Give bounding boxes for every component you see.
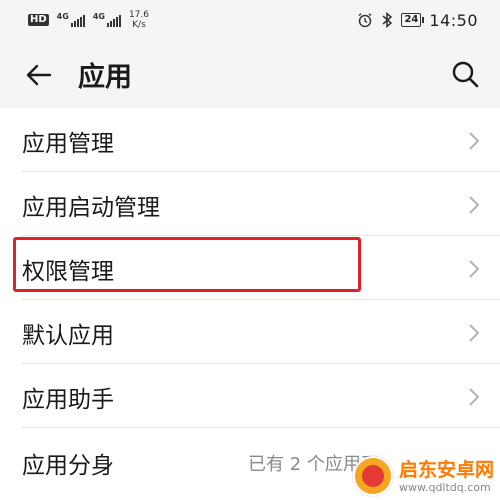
page-title: 应用 (78, 62, 132, 93)
status-right: 24 14:50 (357, 11, 478, 30)
list-item-startup-management[interactable]: 应用启动管理 (0, 172, 500, 236)
network-type-label: 4G (92, 12, 105, 21)
list-item-app-assistant[interactable]: 应用助手 (0, 364, 500, 428)
chevron-right-icon (469, 132, 480, 150)
bluetooth-icon (382, 12, 393, 28)
network-type-label: 4G (56, 12, 69, 21)
signal-strength-icon: 4G (93, 13, 121, 27)
chevron-right-icon (469, 324, 480, 342)
clock-time: 14:50 (429, 10, 478, 30)
network-speed: 17.6 K/s (129, 10, 149, 30)
chevron-right-icon (469, 196, 480, 214)
arrow-left-icon[interactable] (24, 60, 54, 90)
list-item-label: 应用助手 (22, 387, 114, 413)
network-speed-unit: K/s (132, 20, 146, 30)
app-bar: 应用 (0, 40, 500, 108)
list-item-permission-management[interactable]: 权限管理 (0, 236, 500, 300)
signal-strength-icon: 4G (57, 13, 85, 27)
list-item-label: 应用分身 (22, 453, 114, 479)
list-item-label: 应用管理 (22, 131, 114, 157)
divider (22, 427, 500, 428)
list-item-app-management[interactable]: 应用管理 (0, 108, 500, 172)
battery-icon: 24 (401, 13, 425, 27)
chevron-right-icon (469, 260, 480, 278)
settings-list: 应用管理 应用启动管理 权限管理 默认应用 应用助手 应用分身 已有 2 个应用… (0, 108, 500, 500)
list-item-value: 已有 2 个应用正 (248, 454, 379, 475)
list-item-label: 应用启动管理 (22, 195, 160, 221)
list-item-default-apps[interactable]: 默认应用 (0, 300, 500, 364)
status-left: HD 4G 4G 17.6 K/s (28, 10, 149, 30)
network-speed-value: 17.6 (128, 10, 149, 20)
list-item-label: 默认应用 (22, 323, 114, 349)
list-item-label: 权限管理 (22, 259, 114, 285)
chevron-right-icon (469, 388, 480, 406)
status-bar: HD 4G 4G 17.6 K/s 24 14:50 (0, 0, 500, 40)
search-icon[interactable] (450, 59, 480, 89)
alarm-clock-icon (359, 13, 372, 28)
list-item-app-twin[interactable]: 应用分身 已有 2 个应用正 (0, 430, 500, 494)
hd-badge: HD (28, 14, 49, 26)
